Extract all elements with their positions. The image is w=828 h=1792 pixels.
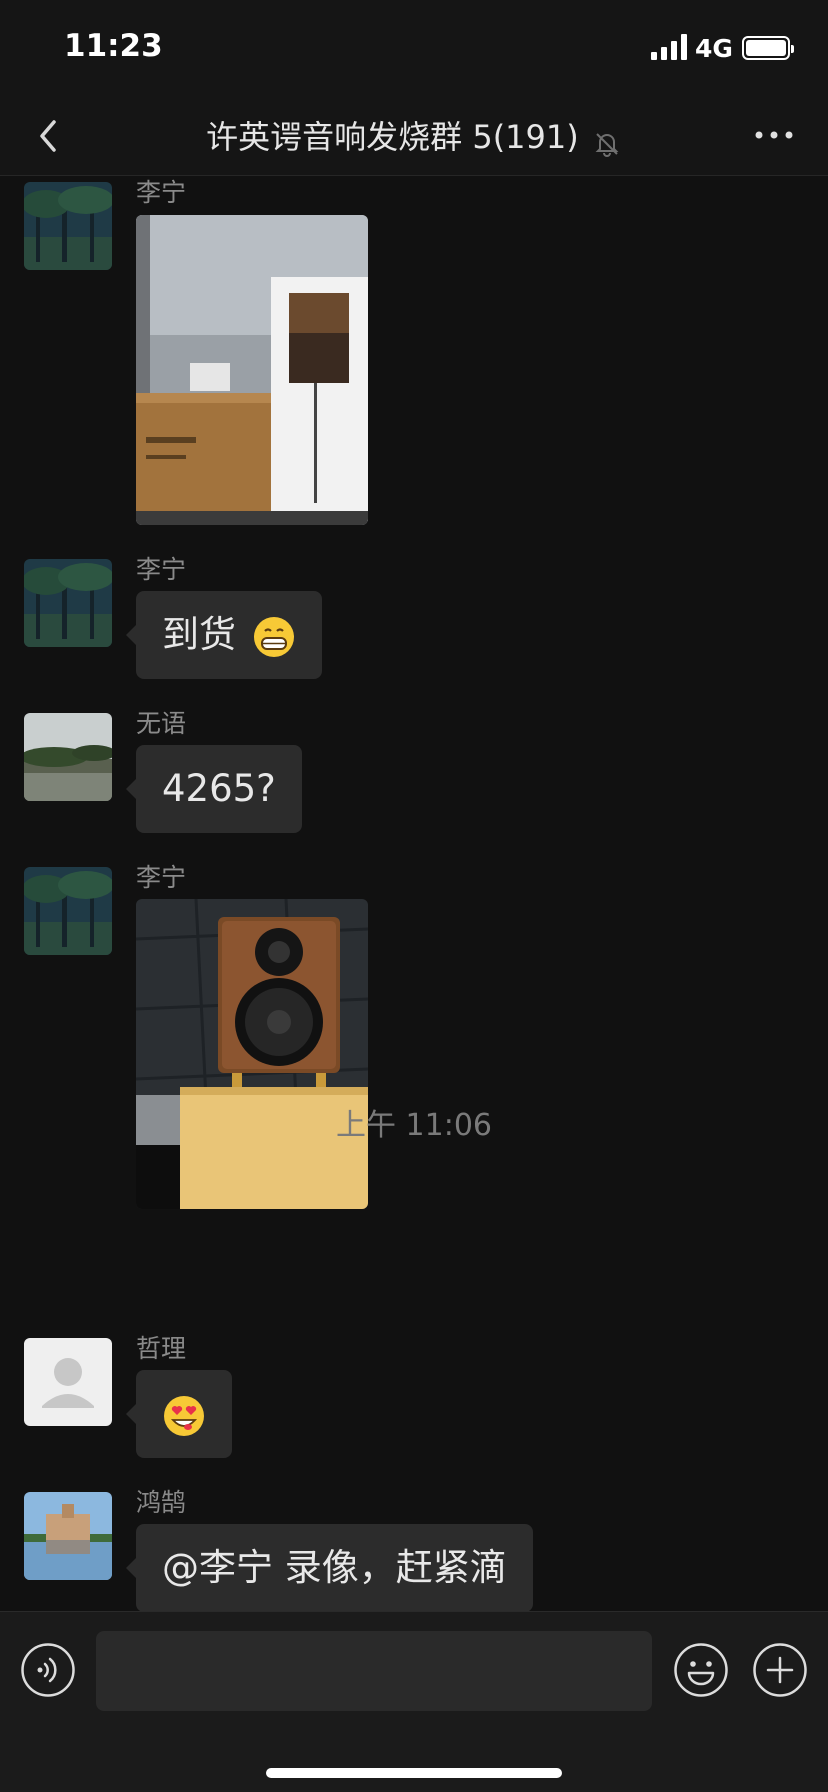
avatar[interactable] xyxy=(24,1338,112,1426)
heart-eyes-face-icon xyxy=(164,1395,204,1436)
chat-header: 许英谔音响发烧群 5(191) xyxy=(0,96,828,176)
chat-title: 许英谔音响发烧群 5(191) xyxy=(206,118,579,156)
cellular-signal-icon xyxy=(651,34,687,60)
plus-icon[interactable] xyxy=(752,1642,808,1698)
message-bubble[interactable]: @李宁 录像，赶紧滴 xyxy=(126,1524,533,1611)
smiley-icon[interactable] xyxy=(673,1642,729,1698)
message-input[interactable] xyxy=(96,1631,652,1711)
photo-wooden-speaker[interactable] xyxy=(136,899,368,1209)
ellipsis-icon[interactable] xyxy=(754,128,794,142)
photo-boxed-speaker[interactable] xyxy=(136,215,368,525)
message-timestamp: 上午 11:06 xyxy=(336,1108,492,1143)
home-indicator xyxy=(266,1768,562,1778)
avatar[interactable] xyxy=(24,1492,112,1580)
status-time: 11:23 xyxy=(64,28,163,64)
sender-name: 李宁 xyxy=(136,863,187,892)
chat-title-wrap: 许英谔音响发烧群 5(191) xyxy=(0,112,828,159)
status-bar: 11:23 4G xyxy=(0,0,828,96)
message-bubble[interactable]: 4265? xyxy=(126,745,302,833)
message-text: @李宁 录像，赶紧滴 xyxy=(162,1546,507,1589)
sender-name: 哲理 xyxy=(136,1334,187,1363)
avatar[interactable] xyxy=(24,559,112,647)
sender-name: 李宁 xyxy=(136,555,187,584)
sender-name: 李宁 xyxy=(136,178,187,207)
message-bubble[interactable]: 到货 xyxy=(126,591,322,679)
voice-icon[interactable] xyxy=(20,1642,76,1698)
message-bubble[interactable] xyxy=(126,1370,232,1458)
avatar[interactable] xyxy=(24,867,112,955)
avatar[interactable] xyxy=(24,182,112,270)
message-list[interactable]: 李宁 李宁 到货 无语 4265? 李宁 上午 11:06 哲理 鸿鹄 @李宁 … xyxy=(0,177,828,1611)
sender-name: 鸿鹄 xyxy=(136,1488,187,1517)
grinning-face-icon xyxy=(253,616,294,657)
input-bar xyxy=(0,1611,828,1792)
avatar[interactable] xyxy=(24,713,112,801)
sender-name: 无语 xyxy=(136,709,187,738)
network-type: 4G xyxy=(695,34,733,63)
message-text: 4265? xyxy=(162,767,276,810)
message-text: 到货 xyxy=(162,613,236,656)
bell-muted-icon xyxy=(595,132,619,157)
battery-icon xyxy=(742,36,794,60)
